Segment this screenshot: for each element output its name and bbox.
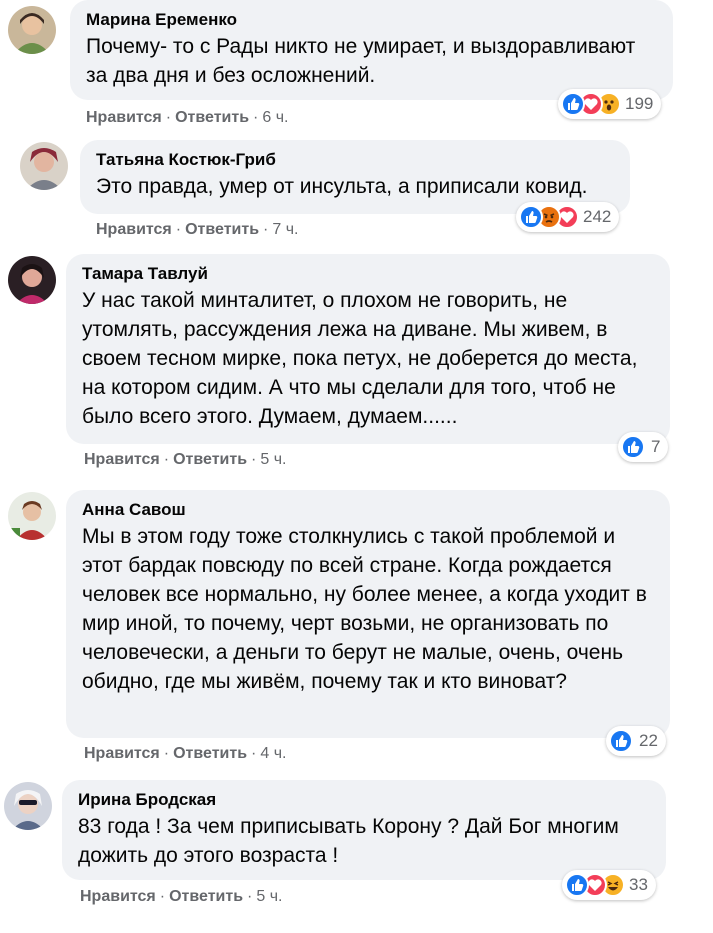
comment-bubble: Анна Савош Мы в этом году тоже столкнули… [66,490,670,738]
reactions-summary[interactable]: 33 [562,870,656,900]
reply-button[interactable]: Ответить [169,888,243,905]
timestamp[interactable]: 7 ч. [272,221,298,238]
comment-text: Мы в этом году тоже столкнулись с такой … [82,525,647,693]
author-name[interactable]: Татьяна Костюк-Гриб [96,149,614,170]
avatar[interactable] [8,492,56,540]
timestamp[interactable]: 5 ч. [260,451,286,468]
reaction-count: 33 [629,875,648,894]
reaction-count: 242 [583,207,612,226]
like-button[interactable]: Нравится [86,109,162,126]
comment-text: У нас такой минталитет, о плохом не гово… [82,289,638,428]
reply-button[interactable]: Ответить [173,745,247,762]
comment-bubble: Марина Еременко Почему- то с Рады никто … [70,0,673,100]
like-icon [609,729,633,753]
avatar[interactable] [20,142,68,190]
timestamp[interactable]: 6 ч. [262,109,288,126]
reply-button[interactable]: Ответить [175,109,249,126]
like-button[interactable]: Нравится [84,451,160,468]
like-icon [519,205,543,229]
like-icon [621,435,645,459]
reply-button[interactable]: Ответить [185,221,259,238]
comment-bubble: Тамара Тавлуй У нас такой минталитет, о … [66,254,670,444]
like-button[interactable]: Нравится [96,221,172,238]
author-name[interactable]: Тамара Тавлуй [82,263,654,284]
avatar[interactable] [8,256,56,304]
comment-actions: Нравится · Ответить · 7 ч. [96,221,299,238]
like-button[interactable]: Нравится [84,745,160,762]
reaction-count: 199 [625,94,654,113]
reactions-summary[interactable]: 22 [606,726,666,756]
comment-bubble: Ирина Бродская 83 года ! За чем приписыв… [62,780,666,880]
reactions-summary[interactable]: 199 [558,89,662,119]
reply-button[interactable]: Ответить [173,451,247,468]
comment-actions: Нравится · Ответить · 4 ч. [84,745,287,762]
avatar[interactable] [8,6,56,54]
timestamp[interactable]: 4 ч. [260,745,286,762]
timestamp[interactable]: 5 ч. [256,888,282,905]
like-button[interactable]: Нравится [80,888,156,905]
like-icon [565,873,589,897]
author-name[interactable]: Анна Савош [82,499,654,520]
like-icon [561,92,585,116]
reactions-summary[interactable]: 7 [618,432,669,462]
reaction-count: 22 [639,731,658,750]
comment-text: Это правда, умер от инсульта, а приписал… [96,175,588,198]
reactions-summary[interactable]: 242 [516,202,620,232]
comment-text: Почему- то с Рады никто не умирает, и вы… [86,35,636,87]
comment-actions: Нравится · Ответить · 5 ч. [80,888,283,905]
author-name[interactable]: Ирина Бродская [78,789,650,810]
comment-text: 83 года ! За чем приписывать Корону ? Да… [78,815,619,867]
avatar[interactable] [4,782,52,830]
comment-actions: Нравится · Ответить · 5 ч. [84,451,287,468]
author-name[interactable]: Марина Еременко [86,9,657,30]
reaction-count: 7 [651,437,661,456]
comment-actions: Нравится · Ответить · 6 ч. [86,109,289,126]
